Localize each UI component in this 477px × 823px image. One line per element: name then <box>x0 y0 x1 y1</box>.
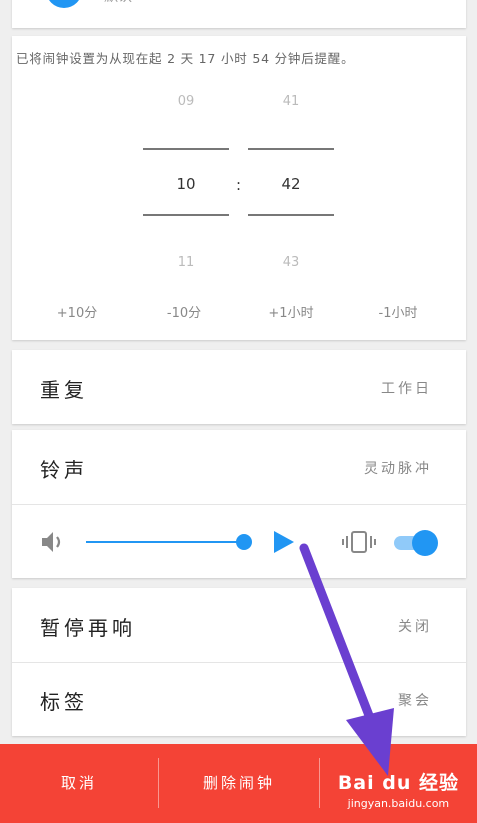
vibrate-icon <box>342 530 376 558</box>
minute-next[interactable]: 43 <box>248 255 334 270</box>
minute-selected[interactable]: 42 <box>248 175 334 193</box>
tag-row[interactable]: 标签 聚会 <box>12 662 466 736</box>
ringtone-value: 灵动脉冲 <box>364 461 432 477</box>
alarm-name-label: 默认 <box>104 0 132 6</box>
time-colon: : <box>236 176 242 194</box>
repeat-label: 重复 <box>40 378 88 402</box>
ringtone-row[interactable]: 铃声 灵动脉冲 <box>12 430 466 504</box>
minus-10-min-button[interactable]: -10分 <box>144 302 224 321</box>
hour-selection-line-bottom <box>143 214 229 216</box>
delete-alarm-button[interactable]: 删除闹钟 <box>159 744 319 823</box>
vibrate-toggle-thumb <box>412 530 438 556</box>
baidu-jingyan-watermark: Bai du 经验 jingyan.baidu.com <box>338 768 459 810</box>
minus-1-hour-button[interactable]: -1小时 <box>358 302 438 321</box>
repeat-value: 工作日 <box>381 381 432 397</box>
plus-10-min-button[interactable]: +10分 <box>37 302 117 321</box>
tag-label: 标签 <box>40 690 88 714</box>
minute-selection-line-bottom <box>248 214 334 216</box>
snooze-label: 暂停再响 <box>40 616 136 640</box>
hour-selected[interactable]: 10 <box>143 175 229 193</box>
volume-slider[interactable] <box>86 534 252 550</box>
volume-icon <box>40 530 68 558</box>
hour-next[interactable]: 11 <box>143 255 229 270</box>
snooze-tag-card: 暂停再响 关闭 标签 聚会 <box>12 588 466 736</box>
watermark-logo: Bai du 经验 <box>337 772 459 794</box>
tag-value: 聚会 <box>398 693 432 709</box>
watermark-url: jingyan.baidu.com <box>347 797 450 810</box>
volume-thumb[interactable] <box>236 534 252 550</box>
hour-selection-line-top <box>143 148 229 150</box>
minute-selection-line-top <box>248 148 334 150</box>
ringtone-card: 铃声 灵动脉冲 <box>12 430 466 578</box>
alarm-color-icon <box>46 0 82 8</box>
alarm-countdown-message: 已将闹钟设置为从现在起 2 天 17 小时 54 分钟后提醒。 <box>16 51 355 66</box>
cancel-button[interactable]: 取消 <box>0 744 158 823</box>
plus-1-hour-button[interactable]: +1小时 <box>251 302 331 321</box>
play-preview-icon[interactable] <box>272 529 296 559</box>
snooze-value: 关闭 <box>398 619 432 635</box>
vibrate-toggle[interactable] <box>394 530 438 556</box>
ringtone-label: 铃声 <box>40 458 88 482</box>
hour-prev[interactable]: 09 <box>143 94 229 109</box>
snooze-row[interactable]: 暂停再响 关闭 <box>12 588 466 662</box>
repeat-row[interactable]: 重复 工作日 <box>12 350 466 424</box>
ringtone-divider <box>12 504 466 505</box>
minute-prev[interactable]: 41 <box>248 94 334 109</box>
alarm-name-item[interactable]: 默认 <box>12 0 466 28</box>
time-picker-card: 已将闹钟设置为从现在起 2 天 17 小时 54 分钟后提醒。 09 10 11… <box>12 36 466 340</box>
volume-track <box>86 541 246 543</box>
